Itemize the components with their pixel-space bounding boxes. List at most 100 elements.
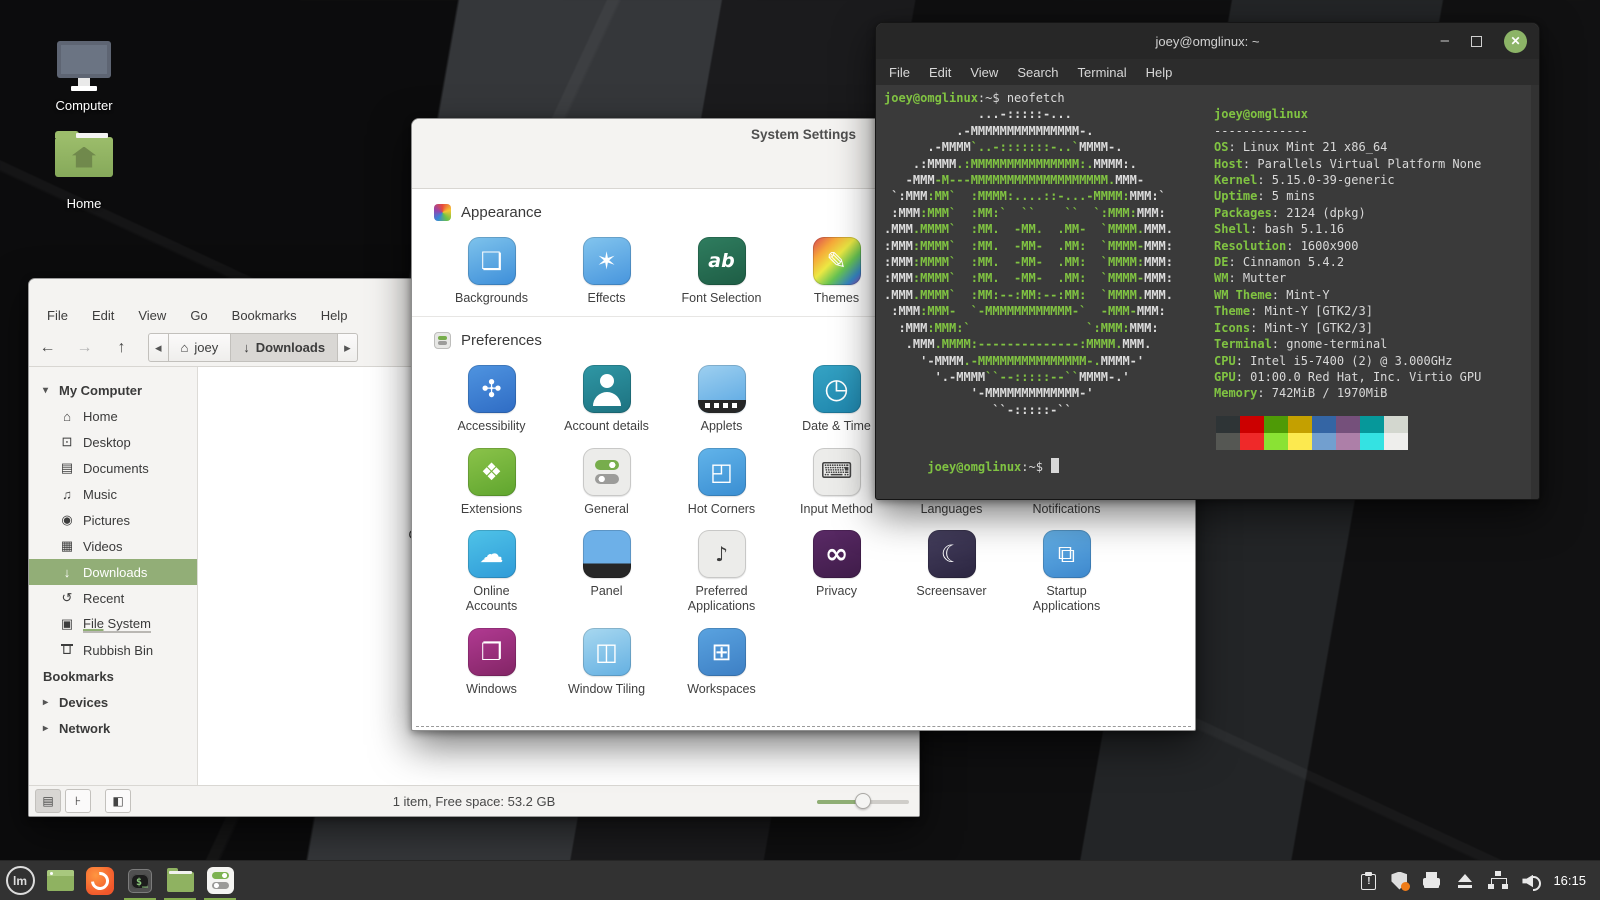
neofetch-ascii-logo: ...-:::::-... .-MMMMMMMMMMMMMMM-. .-MMMM…: [884, 106, 1196, 418]
printer-icon[interactable]: [1422, 871, 1442, 891]
desktop-icon-home[interactable]: Home: [28, 126, 140, 211]
settings-item-window-tiling[interactable]: ◫Window Tiling: [549, 624, 664, 697]
firefox-launcher[interactable]: [80, 861, 120, 900]
desktop-icon-computer[interactable]: Computer: [28, 28, 140, 113]
sidebar-item-label: Bookmarks: [43, 669, 114, 684]
forward-arrow-icon[interactable]: →: [66, 339, 103, 357]
settings-item-workspaces[interactable]: ⊞Workspaces: [664, 624, 779, 697]
terminal-menu-file[interactable]: File: [889, 65, 910, 80]
desktop-icon: [47, 870, 74, 891]
settings-item-label: Languages: [894, 502, 1009, 517]
fm-menu-view[interactable]: View: [138, 308, 166, 323]
fm-menu-help[interactable]: Help: [321, 308, 348, 323]
fm-menu-file[interactable]: File: [47, 308, 68, 323]
sidebar-item-downloads[interactable]: ↓Downloads: [29, 559, 197, 585]
clock[interactable]: 16:15: [1553, 873, 1586, 888]
sidebar-item-home[interactable]: ⌂Home: [29, 403, 197, 429]
font-selection-icon: ab: [698, 237, 746, 285]
prompt-user: joey@omglinux: [884, 91, 978, 105]
sidebar-item-label: Home: [83, 409, 118, 424]
sidebar-item-network[interactable]: ▸Network: [29, 715, 197, 741]
settings-item-privacy[interactable]: ∞Privacy: [779, 526, 894, 614]
sidebar-item-label: Recent: [83, 591, 124, 606]
terminal-launcher[interactable]: $_: [120, 861, 160, 900]
terminal-menu-edit[interactable]: Edit: [929, 65, 951, 80]
settings-item-font-selection[interactable]: abFont Selection: [664, 233, 779, 306]
color-swatch: [1264, 416, 1288, 433]
show-desktop-button[interactable]: [40, 861, 80, 900]
sidebar-item-rubbish-bin[interactable]: ⊔Rubbish Bin: [29, 637, 197, 663]
settings-item-accessibility[interactable]: ✣Accessibility: [434, 361, 549, 434]
sidebar-item-bookmarks[interactable]: Bookmarks: [29, 663, 197, 689]
sidebar-item-file-system[interactable]: ▣File System: [29, 611, 197, 637]
settings-item-label: Window Tiling: [549, 682, 664, 697]
settings-item-general[interactable]: General: [549, 444, 664, 517]
terminal-scrollbar[interactable]: [1531, 85, 1539, 499]
sidebar-item-music[interactable]: ♫Music: [29, 481, 197, 507]
settings-item-account-details[interactable]: Account details: [549, 361, 664, 434]
update-manager-icon[interactable]: !: [1361, 872, 1376, 890]
color-swatch: [1264, 433, 1288, 450]
breadcrumb-downloads[interactable]: ↓ Downloads: [231, 333, 338, 362]
appearance-section-icon: [434, 204, 451, 221]
input-method-icon: ⌨: [813, 448, 861, 496]
sidebar-item-my-computer[interactable]: ▾My Computer: [29, 377, 197, 403]
house-glyph-icon: [72, 147, 96, 168]
minimize-button[interactable]: –: [1441, 36, 1449, 46]
settings-item-startup-applications[interactable]: ⧉Startup Applications: [1009, 526, 1124, 614]
prompt-suffix: :~$: [978, 91, 1007, 105]
computer-monitor-icon: [57, 41, 111, 78]
terminal-menu-help[interactable]: Help: [1146, 65, 1173, 80]
settings-toggles-icon: [207, 867, 234, 894]
network-icon[interactable]: [1488, 871, 1508, 891]
prompt-user: joey@omglinux: [927, 460, 1021, 474]
color-swatch: [1384, 433, 1408, 450]
terminal-body[interactable]: joey@omglinux:~$ neofetch ...-:::::-... …: [876, 85, 1539, 499]
up-arrow-icon[interactable]: ↑: [103, 339, 140, 357]
settings-item-backgrounds[interactable]: ❏Backgrounds: [434, 233, 549, 306]
settings-item-screensaver[interactable]: ☾Screensaver: [894, 526, 1009, 614]
close-button[interactable]: ✕: [1504, 30, 1527, 53]
fm-menu-bookmarks[interactable]: Bookmarks: [232, 308, 297, 323]
maximize-button[interactable]: [1471, 36, 1482, 47]
terminal-titlebar[interactable]: joey@omglinux: ~ – ✕: [876, 23, 1539, 59]
fm-menu-go[interactable]: Go: [190, 308, 207, 323]
zoom-slider[interactable]: [817, 793, 909, 809]
settings-item-applets[interactable]: Applets: [664, 361, 779, 434]
settings-launcher[interactable]: [200, 861, 240, 900]
settings-item-panel[interactable]: Panel: [549, 526, 664, 614]
mint-menu-button[interactable]: lm: [0, 861, 40, 900]
sidebar-item-pictures[interactable]: ◉Pictures: [29, 507, 197, 533]
sidebar-item-devices[interactable]: ▸Devices: [29, 689, 197, 715]
sidebar-item-videos[interactable]: ▦Videos: [29, 533, 197, 559]
desktop-icon: ⊡: [59, 434, 75, 450]
removable-media-icon[interactable]: [1455, 871, 1475, 891]
security-shield-icon[interactable]: [1389, 871, 1409, 891]
fm-menu-edit[interactable]: Edit: [92, 308, 114, 323]
terminal-menu-search[interactable]: Search: [1017, 65, 1058, 80]
breadcrumb-joey[interactable]: ⌂ joey: [169, 333, 232, 362]
settings-item-hot-corners[interactable]: ◰Hot Corners: [664, 444, 779, 517]
neofetch-info-memory: Memory: 742MiB / 1970MiB: [1214, 385, 1481, 401]
settings-item-windows[interactable]: ❐Windows: [434, 624, 549, 697]
settings-item-extensions[interactable]: ❖Extensions: [434, 444, 549, 517]
panel-icon: [583, 530, 631, 578]
back-arrow-icon[interactable]: ←: [29, 339, 66, 357]
volume-icon[interactable]: [1521, 871, 1541, 891]
terminal-menu-view[interactable]: View: [970, 65, 998, 80]
sidebar-item-label: Documents: [83, 461, 149, 476]
sidebar-item-documents[interactable]: ▤Documents: [29, 455, 197, 481]
expander-icon: ▾: [43, 385, 53, 396]
color-swatch: [1240, 416, 1264, 433]
settings-item-online-accounts[interactable]: ☁Online Accounts: [434, 526, 549, 614]
terminal-menu-terminal[interactable]: Terminal: [1078, 65, 1127, 80]
settings-item-label: Extensions: [434, 502, 549, 517]
breadcrumb-scroll-left-icon[interactable]: ◂: [148, 333, 169, 362]
sidebar-item-recent[interactable]: ↺Recent: [29, 585, 197, 611]
settings-item-effects[interactable]: ✶Effects: [549, 233, 664, 306]
settings-item-preferred-applications[interactable]: ♪Preferred Applications: [664, 526, 779, 614]
slider-knob[interactable]: [855, 793, 871, 809]
breadcrumb-scroll-right-icon[interactable]: ▸: [338, 333, 358, 362]
files-launcher[interactable]: [160, 861, 200, 900]
sidebar-item-desktop[interactable]: ⊡Desktop: [29, 429, 197, 455]
